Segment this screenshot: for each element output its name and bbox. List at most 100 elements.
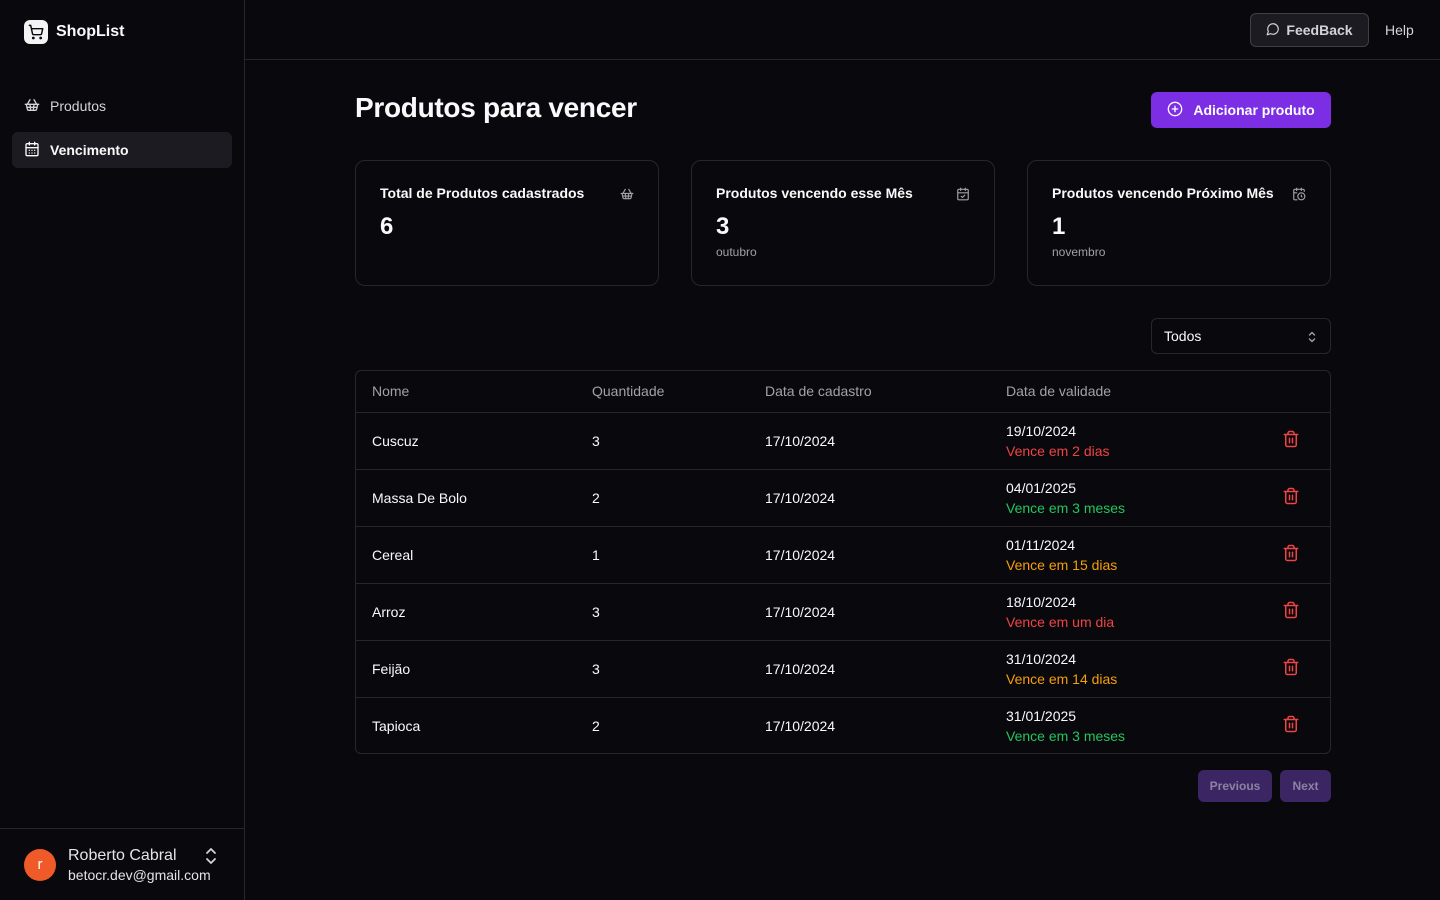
cell-cadastro: 17/10/2024 xyxy=(765,546,836,563)
next-button[interactable]: Next xyxy=(1280,770,1331,802)
cell-validade: 31/01/2025 Vence em 3 meses xyxy=(990,697,1260,753)
sidebar-item-produtos[interactable]: Produtos xyxy=(12,88,232,124)
card-title: Produtos vencendo Próximo Mês xyxy=(1052,185,1274,201)
card-value: 3 xyxy=(716,213,730,240)
sidebar-item-vencimento[interactable]: Vencimento xyxy=(12,132,232,168)
cell-actions xyxy=(1260,526,1330,583)
cell-actions xyxy=(1260,412,1330,469)
validade-relative: Vence em 15 dias xyxy=(1006,556,1118,573)
shopping-cart-icon xyxy=(24,20,48,44)
feedback-button[interactable]: FeedBack xyxy=(1250,13,1369,47)
table-row: Massa De Bolo 2 17/10/2024 04/01/2025 Vence … xyxy=(356,469,1330,526)
filter-select[interactable]: Todos xyxy=(1151,318,1331,354)
help-link[interactable]: Help xyxy=(1385,22,1414,38)
trash-icon[interactable] xyxy=(1282,715,1300,733)
validade-relative: Vence em 3 meses xyxy=(1006,499,1126,516)
validade-relative: Vence em 2 dias xyxy=(1006,442,1110,459)
validade-date: 31/10/2024 xyxy=(1006,650,1077,667)
brand[interactable]: ShopList xyxy=(24,20,124,44)
feedback-label: FeedBack xyxy=(1286,22,1353,38)
table-row: Feijão 3 17/10/2024 31/10/2024 Vence em 14 d… xyxy=(356,640,1330,697)
card-subtitle: outubro xyxy=(716,245,757,259)
user-email: betocr.dev@gmail.com xyxy=(68,866,211,883)
cell-validade: 04/01/2025 Vence em 3 meses xyxy=(990,469,1260,526)
cell-actions xyxy=(1260,697,1330,753)
validade-relative: Vence em um dia xyxy=(1006,613,1115,630)
cell-cadastro: 17/10/2024 xyxy=(765,603,836,620)
cell-actions xyxy=(1260,469,1330,526)
card-title: Total de Produtos cadastrados xyxy=(380,185,585,201)
basket-icon xyxy=(620,187,634,206)
sidebar-item-label: Vencimento xyxy=(50,142,129,158)
sidebar-item-label: Produtos xyxy=(50,98,107,114)
validade-relative: Vence em 14 dias xyxy=(1006,670,1118,687)
cell-nome: Tapioca xyxy=(372,717,421,734)
column-header-cadastro: Data de cadastro xyxy=(749,371,990,413)
table-row: Cereal 1 17/10/2024 01/11/2024 Vence em 15 d… xyxy=(356,526,1330,583)
calendar-check-icon xyxy=(956,187,970,206)
card-subtitle: novembro xyxy=(1052,245,1106,259)
cell-actions xyxy=(1260,640,1330,697)
validade-date: 31/01/2025 xyxy=(1006,707,1077,724)
column-header-actions xyxy=(1260,371,1330,413)
column-header-validade: Data de validade xyxy=(990,371,1260,413)
validade-date: 18/10/2024 xyxy=(1006,593,1077,610)
cell-nome: Cereal xyxy=(372,546,414,563)
cell-cadastro: 17/10/2024 xyxy=(765,432,836,449)
stat-card-total: Total de Produtos cadastrados 6 xyxy=(355,160,659,286)
add-product-button[interactable]: Adicionar produto xyxy=(1151,92,1331,128)
cell-quantidade: 3 xyxy=(592,660,600,677)
table-header-row: Nome Quantidade Data de cadastro Data de… xyxy=(356,371,1330,413)
card-value: 6 xyxy=(380,213,394,240)
cell-cadastro: 17/10/2024 xyxy=(765,717,836,734)
message-circle-icon xyxy=(1266,22,1280,39)
card-value: 1 xyxy=(1052,213,1066,240)
validade-date: 19/10/2024 xyxy=(1006,422,1077,439)
cell-quantidade: 3 xyxy=(592,603,600,620)
cell-nome: Massa De Bolo xyxy=(372,489,467,506)
cell-quantidade: 2 xyxy=(592,489,600,506)
validade-date: 01/11/2024 xyxy=(1006,536,1076,553)
filter-select-value: Todos xyxy=(1164,328,1202,344)
previous-button[interactable]: Previous xyxy=(1198,770,1272,802)
cell-quantidade: 2 xyxy=(592,717,600,734)
column-header-nome: Nome xyxy=(356,371,576,413)
basket-icon xyxy=(24,97,40,116)
chevrons-up-down-icon xyxy=(1308,330,1316,346)
topbar: FeedBack Help xyxy=(245,0,1440,60)
cell-actions xyxy=(1260,583,1330,640)
trash-icon[interactable] xyxy=(1282,544,1300,562)
trash-icon[interactable] xyxy=(1282,430,1300,448)
cell-quantidade: 1 xyxy=(592,546,600,563)
table-row: Tapioca 2 17/10/2024 31/01/2025 Vence em 3 m… xyxy=(356,697,1330,753)
cell-validade: 01/11/2024 Vence em 15 dias xyxy=(990,526,1260,583)
pagination: Previous xyxy=(1198,770,1272,802)
trash-icon[interactable] xyxy=(1282,601,1300,619)
stat-card-next-month: Produtos vencendo Próximo Mês 1 novembro xyxy=(1027,160,1331,286)
cell-nome: Cuscuz xyxy=(372,432,419,449)
app-name: ShopList xyxy=(56,23,125,40)
cell-nome: Feijão xyxy=(372,660,411,677)
trash-icon[interactable] xyxy=(1282,487,1300,505)
avatar: r xyxy=(24,848,56,881)
trash-icon[interactable] xyxy=(1282,658,1300,676)
validade-relative: Vence em 3 meses xyxy=(1006,727,1126,744)
table-row: Cuscuz 3 17/10/2024 19/10/2024 Vence em 2 di… xyxy=(356,412,1330,469)
add-product-label: Adicionar produto xyxy=(1193,102,1315,118)
column-header-quantidade: Quantidade xyxy=(576,371,749,413)
user-menu[interactable]: r Roberto Cabral betocr.dev@gmail.com xyxy=(0,828,244,900)
plus-circle-icon xyxy=(1167,101,1183,120)
validade-date: 04/01/2025 xyxy=(1006,479,1077,496)
calendar-icon xyxy=(24,141,40,160)
cell-cadastro: 17/10/2024 xyxy=(765,489,836,506)
stat-card-this-month: Produtos vencendo esse Mês 3 outubro xyxy=(691,160,995,286)
page-title: Produtos para vencer xyxy=(355,92,637,123)
cell-validade: 31/10/2024 Vence em 14 dias xyxy=(990,640,1260,697)
sidebar-nav: Produtos Vencimento xyxy=(12,88,232,176)
chevrons-up-down-icon[interactable] xyxy=(204,847,218,870)
cell-validade: 19/10/2024 Vence em 2 dias xyxy=(990,412,1260,469)
card-title: Produtos vencendo esse Mês xyxy=(716,185,913,201)
user-name: Roberto Cabral xyxy=(68,846,177,864)
calendar-clock-icon xyxy=(1292,187,1306,206)
cell-cadastro: 17/10/2024 xyxy=(765,660,836,677)
